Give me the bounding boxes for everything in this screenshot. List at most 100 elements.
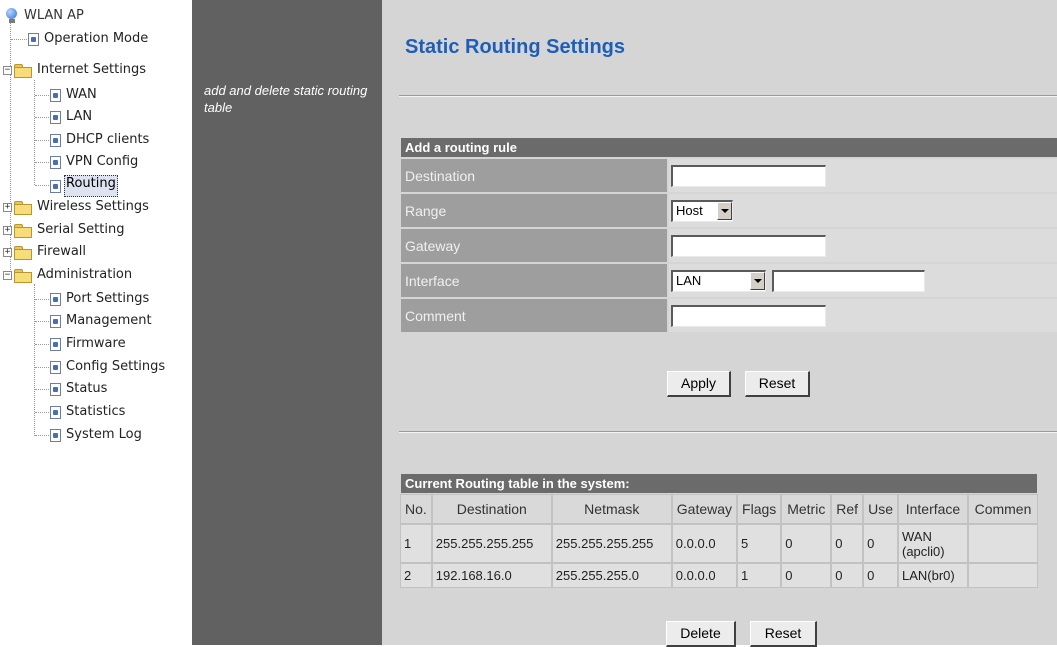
tree-line: [35, 299, 49, 300]
interface-select-value: LAN: [676, 272, 702, 288]
reset-table-button[interactable]: Reset: [750, 621, 817, 647]
page-icon: [50, 405, 61, 419]
apply-button[interactable]: Apply: [667, 371, 731, 397]
tree-item-routing[interactable]: Routing: [50, 175, 118, 197]
tree-item-label: Config Settings: [66, 359, 166, 374]
collapse-toggle-icon[interactable]: −: [3, 271, 12, 280]
tree-line: [35, 367, 49, 368]
tree-item-label: Administration: [37, 267, 133, 282]
tree-folder-serial-setting[interactable]: Serial Setting: [14, 220, 126, 240]
comment-input[interactable]: [671, 304, 826, 327]
description-panel: add and delete static routing table: [192, 0, 382, 645]
tree-line: [35, 389, 49, 390]
row-comment: [967, 563, 1038, 588]
folder-icon: [14, 245, 32, 260]
tree-item-label: Port Settings: [66, 291, 150, 306]
row-gateway: 0.0.0.0: [671, 563, 738, 588]
row-comment: [967, 524, 1038, 563]
chevron-down-icon[interactable]: [750, 271, 765, 290]
routing-table: Current Routing table in the system: No.…: [399, 472, 1039, 589]
row-use: 0: [863, 524, 898, 563]
network-globe-icon: [6, 8, 18, 24]
expand-toggle-icon[interactable]: +: [3, 203, 12, 212]
tree-line: [11, 39, 27, 40]
page-icon: [50, 337, 61, 351]
reset-rule-button[interactable]: Reset: [745, 371, 810, 397]
tree-root[interactable]: WLAN AP: [6, 6, 86, 26]
folder-open-icon: [14, 63, 32, 78]
tree-item-statistics[interactable]: Statistics: [50, 402, 127, 422]
tree-root-label: WLAN AP: [24, 8, 84, 23]
column-header: No.: [400, 494, 432, 524]
tree-item-label-selected: Routing: [64, 175, 118, 197]
tree-folder-administration[interactable]: Administration: [14, 265, 134, 285]
page-icon: [50, 110, 61, 124]
tree-line: [35, 412, 49, 413]
tree-item-label: LAN: [66, 109, 93, 124]
delete-button[interactable]: Delete: [666, 621, 736, 647]
tree-folder-wireless-settings[interactable]: Wireless Settings: [14, 197, 151, 217]
gateway-label: Gateway: [401, 229, 667, 262]
row-destination: 192.168.16.0: [431, 563, 552, 588]
row-no: 2: [400, 563, 432, 588]
destination-input[interactable]: [671, 164, 826, 187]
gateway-cell: [669, 229, 1057, 262]
gateway-input[interactable]: [671, 234, 826, 257]
divider: [399, 431, 1057, 433]
tree-item-vpn-config[interactable]: VPN Config: [50, 152, 140, 172]
page-description: add and delete static routing table: [204, 83, 368, 115]
expand-toggle-icon[interactable]: +: [3, 226, 12, 235]
tree-item-label: Internet Settings: [37, 62, 147, 77]
row-interface: LAN(br0): [897, 563, 968, 588]
column-header: Destination: [431, 494, 552, 524]
tree-item-label: VPN Config: [66, 154, 139, 169]
tree-item-management[interactable]: Management: [50, 311, 154, 331]
tree-folder-internet-settings[interactable]: Internet Settings: [14, 60, 148, 80]
routing-table-header: Current Routing table in the system:: [401, 474, 1037, 493]
tree-line: [35, 95, 49, 96]
range-cell: Host: [669, 194, 1057, 227]
row-ref: 0: [831, 524, 864, 563]
tree-item-lan[interactable]: LAN: [50, 107, 94, 127]
column-header: Metric: [781, 494, 832, 524]
column-header: Ref: [831, 494, 864, 524]
chevron-down-icon[interactable]: [717, 201, 732, 220]
tree-item-label: Firewall: [37, 244, 87, 259]
interface-cell: LAN: [669, 264, 1057, 297]
tree-item-status[interactable]: Status: [50, 379, 109, 399]
tree-item-config-settings[interactable]: Config Settings: [50, 357, 167, 377]
interface-custom-input[interactable]: [771, 269, 925, 292]
tree-line: [35, 185, 49, 186]
tree-item-operation-mode[interactable]: Operation Mode: [28, 29, 150, 49]
tree-item-dhcp-clients[interactable]: DHCP clients: [50, 130, 151, 150]
column-header: Interface: [897, 494, 968, 524]
tree-line: [35, 321, 49, 322]
destination-label: Destination: [401, 159, 667, 192]
expand-toggle-icon[interactable]: +: [3, 248, 12, 257]
tree-line: [35, 117, 49, 118]
interface-select[interactable]: LAN: [671, 269, 766, 292]
page-icon: [50, 179, 61, 193]
tree-line: [34, 284, 35, 436]
page-icon: [50, 314, 61, 328]
tree-item-label: Firmware: [66, 336, 126, 351]
column-header: Commen: [967, 494, 1038, 524]
tree-item-label: DHCP clients: [66, 132, 150, 147]
page-icon: [50, 155, 61, 169]
range-label: Range: [401, 194, 667, 227]
tree-line: [35, 344, 49, 345]
range-select[interactable]: Host: [671, 199, 733, 222]
tree-folder-firewall[interactable]: Firewall: [14, 242, 88, 262]
tree-item-wan[interactable]: WAN: [50, 85, 99, 105]
row-netmask: 255.255.255.255: [551, 524, 672, 563]
row-netmask: 255.255.255.0: [551, 563, 672, 588]
tree-item-label: Statistics: [66, 404, 126, 419]
tree-item-system-log[interactable]: System Log: [50, 425, 144, 445]
page-icon: [50, 88, 61, 102]
tree-item-firmware[interactable]: Firmware: [50, 334, 128, 354]
collapse-toggle-icon[interactable]: −: [3, 66, 12, 75]
page-icon: [28, 32, 39, 46]
tree-item-port-settings[interactable]: Port Settings: [50, 289, 151, 309]
comment-cell: [669, 299, 1057, 332]
tree-line: [35, 140, 49, 141]
